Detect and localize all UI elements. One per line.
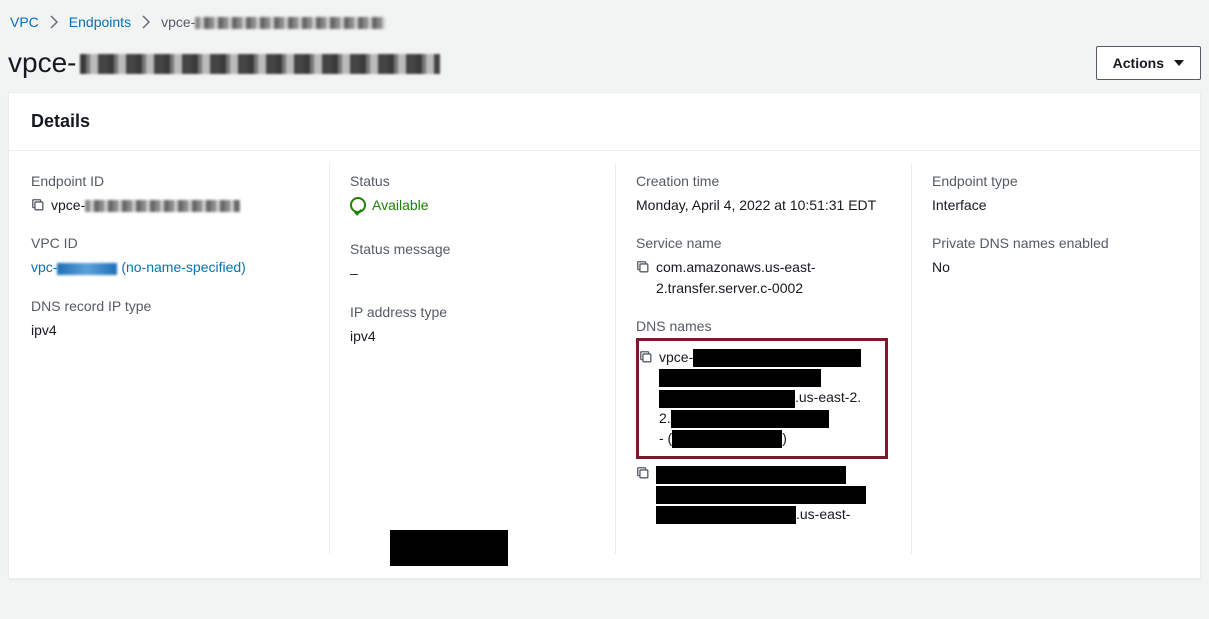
- check-circle-icon: [350, 197, 366, 213]
- redacted-block: [659, 390, 795, 408]
- actions-label: Actions: [1113, 55, 1164, 71]
- redacted-block: [693, 349, 861, 367]
- ip-address-type-label: IP address type: [350, 304, 585, 320]
- redacted-block: [656, 486, 866, 504]
- redacted-text: [80, 54, 440, 74]
- dns-record-ip-type-value: ipv4: [31, 320, 299, 340]
- status-label: Status: [350, 173, 585, 189]
- service-name-label: Service name: [636, 235, 881, 251]
- details-heading: Details: [9, 93, 1200, 151]
- copy-icon[interactable]: [636, 466, 650, 480]
- endpoint-id-prefix: vpce-: [51, 197, 85, 213]
- status-message-label: Status message: [350, 241, 585, 257]
- copy-icon[interactable]: [639, 350, 653, 364]
- redacted-text: [57, 263, 117, 275]
- copy-icon[interactable]: [31, 198, 45, 212]
- creation-time-label: Creation time: [636, 173, 881, 189]
- dns1-mid: .us-east-2.: [795, 389, 861, 405]
- page-title: vpce-: [8, 47, 440, 79]
- private-dns-value: No: [932, 257, 1139, 277]
- page-title-prefix: vpce-: [8, 47, 76, 79]
- details-panel: Details Endpoint ID vpce- VPC ID: [8, 92, 1201, 579]
- dns1-close: ): [782, 430, 787, 446]
- status-message-value: –: [350, 263, 585, 283]
- endpoint-id-value: vpce-: [51, 195, 240, 215]
- service-name-value: com.amazonaws.us-east-2.transfer.server.…: [656, 257, 881, 298]
- redacted-text: [195, 17, 385, 29]
- vpc-id-suffix: (no-name-specified): [117, 259, 245, 275]
- dns-names-label: DNS names: [636, 318, 881, 334]
- chevron-right-icon: [49, 15, 59, 29]
- endpoint-type-value: Interface: [932, 195, 1139, 215]
- dns1-prefix: vpce-: [659, 349, 693, 365]
- breadcrumb: VPC Endpoints vpce-: [8, 12, 1201, 46]
- private-dns-label: Private DNS names enabled: [932, 235, 1139, 251]
- status-badge: Available: [350, 195, 429, 215]
- caret-down-icon: [1174, 60, 1184, 66]
- dns-names-callout: vpce- .us-east-2. 2. - (): [636, 338, 888, 459]
- redacted-block: [672, 430, 782, 448]
- endpoint-type-label: Endpoint type: [932, 173, 1139, 189]
- redacted-block: [390, 530, 508, 566]
- chevron-right-icon: [141, 15, 151, 29]
- actions-button[interactable]: Actions: [1096, 46, 1201, 80]
- vpc-id-link[interactable]: vpc- (no-name-specified): [31, 259, 246, 275]
- dns1-dash: - (: [659, 430, 672, 446]
- breadcrumb-vpc[interactable]: VPC: [10, 14, 39, 30]
- redacted-block: [656, 466, 846, 484]
- dns-record-ip-type-label: DNS record IP type: [31, 298, 299, 314]
- creation-time-value: Monday, April 4, 2022 at 10:51:31 EDT: [636, 195, 881, 215]
- status-value: Available: [372, 195, 429, 215]
- copy-icon[interactable]: [636, 260, 650, 274]
- dns-name-2: .us-east-: [656, 463, 866, 524]
- redacted-block: [671, 410, 829, 428]
- ip-address-type-value: ipv4: [350, 326, 585, 346]
- dns2-suffix: .us-east-: [796, 506, 850, 522]
- dns-name-1: vpce- .us-east-2. 2. - (): [659, 347, 861, 448]
- vpc-id-label: VPC ID: [31, 235, 299, 251]
- vpc-id-prefix: vpc-: [31, 259, 57, 275]
- breadcrumb-endpoints[interactable]: Endpoints: [69, 14, 131, 30]
- redacted-block: [656, 506, 796, 524]
- endpoint-id-label: Endpoint ID: [31, 173, 299, 189]
- breadcrumb-current-prefix: vpce-: [161, 14, 195, 30]
- redacted-text: [85, 200, 240, 212]
- redacted-block: [659, 369, 821, 387]
- breadcrumb-current: vpce-: [161, 14, 385, 30]
